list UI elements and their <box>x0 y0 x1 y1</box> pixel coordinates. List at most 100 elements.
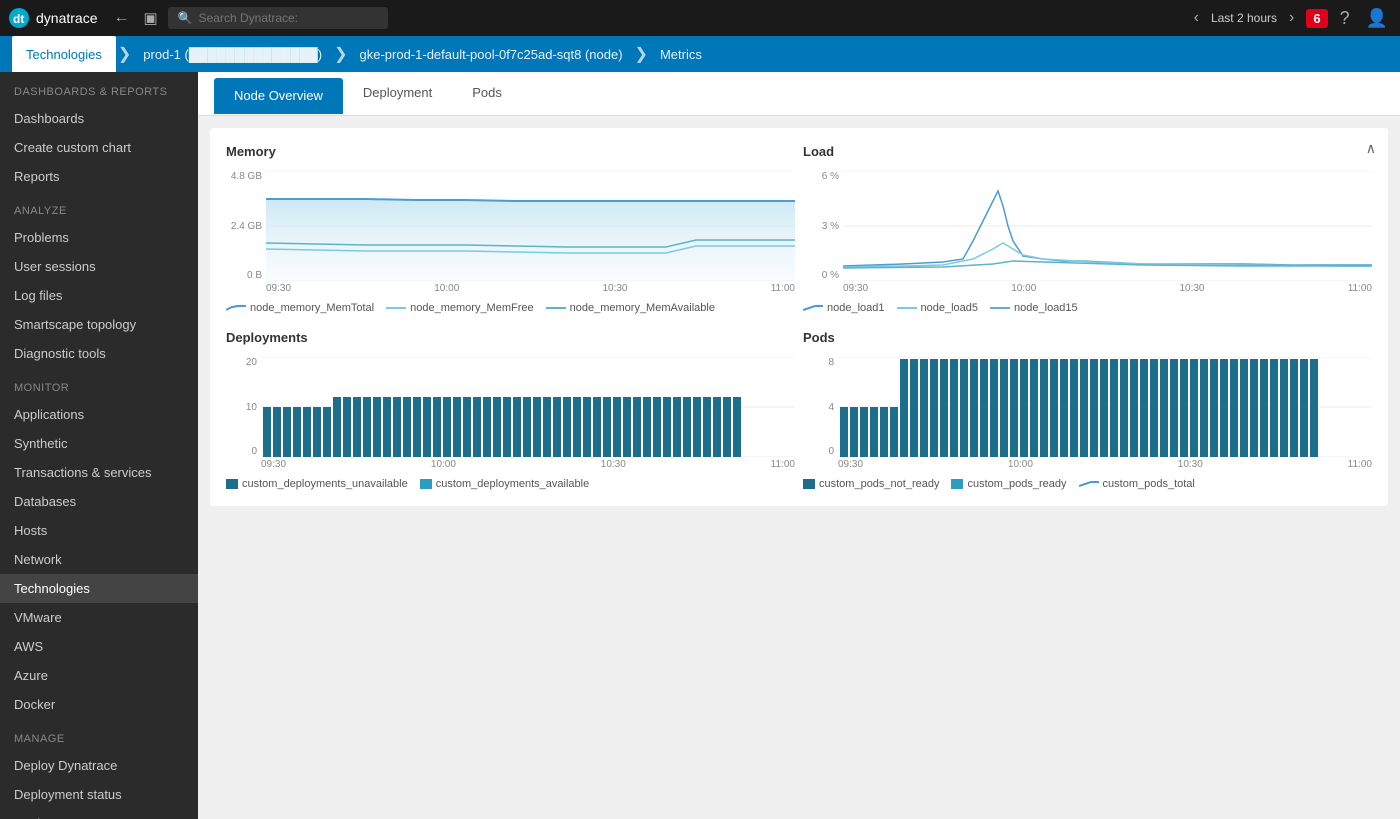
charts-row-1: Memory 4.8 GB 2.4 GB 0 B <box>226 144 1372 314</box>
sidebar-item-aws[interactable]: AWS <box>0 632 198 661</box>
sidebar-item-applications[interactable]: Applications <box>0 400 198 429</box>
breadcrumb-sep-3: ❯ <box>635 44 648 64</box>
sidebar-item-deployment-status[interactable]: Deployment status <box>0 780 198 809</box>
search-icon: 🔍 <box>178 11 193 25</box>
load-chart-svg <box>843 171 1372 281</box>
load-yaxis-mid: 3 % <box>803 221 839 232</box>
load-xaxis: 09:30 10:00 10:30 11:00 <box>803 283 1372 294</box>
main-layout: Dashboards & reports Dashboards Create c… <box>0 72 1400 819</box>
sidebar-item-vmware[interactable]: VMware <box>0 603 198 632</box>
pods-chart-title: Pods <box>803 330 1372 345</box>
back-button[interactable]: ← <box>109 9 133 27</box>
sidebar-item-problems[interactable]: Problems <box>0 223 198 252</box>
deployments-chart-svg <box>261 357 795 457</box>
load-yaxis-top: 6 % <box>803 171 839 182</box>
section-label-manage: Manage <box>0 719 198 751</box>
load-yaxis-bot: 0 % <box>803 270 839 281</box>
legend-load5: node_load5 <box>897 302 979 314</box>
dep-yaxis-mid: 10 <box>226 402 257 413</box>
sidebar-item-log-files[interactable]: Log files <box>0 281 198 310</box>
charts-card: ∧ Memory 4.8 GB 2.4 GB 0 B <box>210 128 1388 506</box>
sidebar-item-deploy-dynatrace[interactable]: Deploy Dynatrace <box>0 751 198 780</box>
pods-yaxis-mid: 4 <box>803 402 834 413</box>
tabs-bar: Node Overview Deployment Pods <box>198 72 1400 116</box>
legend-load1: node_load1 <box>803 302 885 314</box>
nav-next-button[interactable]: › <box>1285 9 1298 27</box>
pods-xaxis: 09:30 10:00 10:30 11:00 <box>803 459 1372 470</box>
content-area: Node Overview Deployment Pods ∧ Memory 4… <box>198 72 1400 819</box>
legend-pods-ready: custom_pods_ready <box>951 478 1066 490</box>
logo: dt dynatrace <box>8 7 97 29</box>
memory-xaxis: 09:30 10:00 10:30 11:00 <box>226 283 795 294</box>
legend-mem-available: node_memory_MemAvailable <box>546 302 715 314</box>
section-label-analyze: Analyze <box>0 191 198 223</box>
memory-chart: Memory 4.8 GB 2.4 GB 0 B <box>226 144 795 314</box>
help-button[interactable]: ? <box>1336 8 1354 29</box>
pods-chart: Pods 8 4 0 <box>803 330 1372 490</box>
sidebar-item-dashboards[interactable]: Dashboards <box>0 104 198 133</box>
deployments-chart-title: Deployments <box>226 330 795 345</box>
section-label-monitor: Monitor <box>0 368 198 400</box>
breadcrumb-sep-2: ❯ <box>334 44 347 64</box>
load-chart-title: Load <box>803 144 1372 159</box>
legend-mem-total: node_memory_MemTotal <box>226 302 374 314</box>
sidebar-item-diagnostic-tools[interactable]: Diagnostic tools <box>0 339 198 368</box>
pods-chart-svg <box>838 357 1372 457</box>
dep-yaxis-bot: 0 <box>226 446 257 457</box>
memory-chart-svg <box>266 171 795 281</box>
breadcrumb-item-node[interactable]: gke-prod-1-default-pool-0f7c25ad-sqt8 (n… <box>350 47 633 62</box>
collapse-button[interactable]: ∧ <box>1366 140 1376 157</box>
search-input[interactable] <box>199 11 359 25</box>
sidebar-item-docker[interactable]: Docker <box>0 690 198 719</box>
deployments-chart: Deployments 20 10 0 <box>226 330 795 490</box>
sidebar-item-user-sessions[interactable]: User sessions <box>0 252 198 281</box>
pods-yaxis-bot: 0 <box>803 446 834 457</box>
sidebar-item-databases[interactable]: Databases <box>0 487 198 516</box>
pods-yaxis-top: 8 <box>803 357 834 368</box>
sidebar-item-reports[interactable]: Reports <box>0 162 198 191</box>
sidebar-item-network[interactable]: Network <box>0 545 198 574</box>
sidebar-item-technologies[interactable]: Technologies <box>0 574 198 603</box>
time-range: Last 2 hours <box>1211 11 1277 25</box>
breadcrumb: Technologies ❯ prod-1 (██████████████) ❯… <box>0 36 1400 72</box>
legend-dep-available: custom_deployments_available <box>420 478 589 490</box>
sidebar-item-smartscape-topology[interactable]: Smartscape topology <box>0 310 198 339</box>
sidebar-item-transactions-services[interactable]: Transactions & services <box>0 458 198 487</box>
user-button[interactable]: 👤 <box>1362 8 1392 29</box>
memory-chart-title: Memory <box>226 144 795 159</box>
breadcrumb-item-prod[interactable]: prod-1 (██████████████) <box>133 47 332 62</box>
breadcrumb-sep-1: ❯ <box>118 44 131 64</box>
charts-container: ∧ Memory 4.8 GB 2.4 GB 0 B <box>198 116 1400 526</box>
load-legend: node_load1 node_load5 node_load15 <box>803 302 1372 314</box>
logo-text: dynatrace <box>36 10 97 26</box>
sidebar-item-create-custom-chart[interactable]: Create custom chart <box>0 133 198 162</box>
tab-node-overview[interactable]: Node Overview <box>214 78 343 114</box>
legend-dep-unavailable: custom_deployments_unavailable <box>226 478 408 490</box>
breadcrumb-item-metrics[interactable]: Metrics <box>650 47 712 62</box>
legend-load15: node_load15 <box>990 302 1078 314</box>
memory-yaxis-top: 4.8 GB <box>226 171 262 182</box>
load-chart: Load 6 % 3 % 0 % <box>803 144 1372 314</box>
memory-yaxis-mid: 2.4 GB <box>226 221 262 232</box>
search-box[interactable]: 🔍 <box>168 7 388 29</box>
sidebar-item-settings[interactable]: Settings <box>0 809 198 819</box>
tab-pods[interactable]: Pods <box>452 72 522 116</box>
topbar: dt dynatrace ← ▣ 🔍 ‹ Last 2 hours › 6 ? … <box>0 0 1400 36</box>
sidebar-item-hosts[interactable]: Hosts <box>0 516 198 545</box>
memory-yaxis-bot: 0 B <box>226 270 262 281</box>
alert-badge[interactable]: 6 <box>1306 9 1327 28</box>
breadcrumb-item-technologies[interactable]: Technologies <box>12 36 116 72</box>
pods-legend: custom_pods_not_ready custom_pods_ready … <box>803 478 1372 490</box>
memory-legend: node_memory_MemTotal node_memory_MemFree… <box>226 302 795 314</box>
legend-pods-not-ready: custom_pods_not_ready <box>803 478 939 490</box>
legend-pods-total: custom_pods_total <box>1079 478 1195 490</box>
dep-legend: custom_deployments_unavailable custom_de… <box>226 478 795 490</box>
tab-deployment[interactable]: Deployment <box>343 72 452 116</box>
legend-mem-free: node_memory_MemFree <box>386 302 534 314</box>
screen-icon: ▣ <box>143 9 157 27</box>
charts-row-2: Deployments 20 10 0 <box>226 330 1372 490</box>
nav-prev-button[interactable]: ‹ <box>1190 9 1203 27</box>
sidebar-item-azure[interactable]: Azure <box>0 661 198 690</box>
sidebar: Dashboards & reports Dashboards Create c… <box>0 72 198 819</box>
sidebar-item-synthetic[interactable]: Synthetic <box>0 429 198 458</box>
